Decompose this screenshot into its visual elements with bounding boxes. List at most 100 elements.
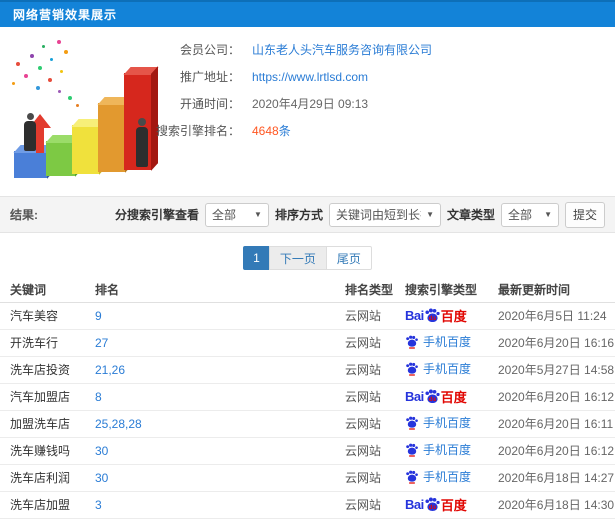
baidu-logo: Bai du 百度: [405, 387, 467, 406]
confetti-dot: [50, 58, 53, 61]
mobile-baidu-paw-icon: [406, 470, 418, 484]
engine-filter-label: 分搜索引擎查看: [114, 208, 199, 222]
businessman-figure-left: [23, 113, 37, 151]
info-row-rank-count: 搜索引擎排名： 4648条: [148, 117, 608, 144]
businessman-figure-right: [135, 118, 149, 167]
table-row: 汽车加盟店 8 云网站 Bai du 百度 2020年6月20日 16:12: [0, 383, 615, 411]
rank-cell[interactable]: 21,26: [85, 356, 335, 384]
company-name-link[interactable]: 山东老人头汽车服务咨询有限公司: [252, 41, 432, 58]
mobile-baidu-label: 手机百度: [423, 362, 472, 377]
rank-cell[interactable]: 30: [85, 437, 335, 465]
mobile-baidu-paw-icon: [406, 362, 418, 376]
col-header-rank: 排名: [85, 278, 335, 303]
engine-cell: 手机百度: [395, 356, 488, 384]
mobile-baidu-label: 手机百度: [423, 335, 472, 350]
confetti-dot: [16, 62, 20, 66]
article-type-select[interactable]: 全部 ▼: [501, 202, 559, 227]
promo-url-link[interactable]: https://www.lrtlsd.com: [252, 70, 368, 84]
rank-count-number: 4648: [252, 124, 279, 138]
baidu-paw-icon: du: [425, 308, 440, 322]
chart-bar-orange: [98, 103, 126, 172]
open-time-label: 开通时间：: [179, 97, 240, 111]
submit-button[interactable]: 提交: [565, 201, 605, 228]
updated-cell: 2020年6月20日 16:16: [488, 329, 615, 357]
col-header-engine-type: 搜索引擎类型: [395, 278, 488, 303]
promo-url-label: 推广地址：: [179, 70, 240, 84]
rank-cell[interactable]: 25,28,28: [85, 410, 335, 438]
page-header: 网络营销效果展示: [0, 0, 615, 27]
figure-head: [26, 113, 34, 120]
confetti-dot: [76, 104, 79, 107]
rank-cell[interactable]: 30: [85, 464, 335, 492]
confetti-dot: [48, 78, 52, 82]
member-info-panel: 会员公司： 山东老人头汽车服务咨询有限公司 推广地址： https://www.…: [148, 36, 608, 144]
confetti-dot: [12, 82, 15, 85]
confetti-dot: [57, 40, 61, 44]
baidu-logo-cn: 百度: [440, 498, 467, 513]
sort-value: 关键词由短到长排序: [335, 208, 421, 222]
company-label: 会员公司：: [179, 43, 240, 57]
baidu-logo-latin: Bai: [405, 389, 424, 404]
rank-cell[interactable]: 27: [85, 329, 335, 357]
mobile-baidu-paw-icon: [406, 335, 418, 349]
mobile-baidu-label: 手机百度: [423, 470, 472, 485]
figure-body: [136, 127, 148, 167]
sort-label: 排序方式: [274, 208, 323, 222]
baidu-logo: Bai du 百度: [405, 306, 467, 325]
info-row-open-time: 开通时间： 2020年4月29日 09:13: [148, 90, 608, 117]
baidu-logo-latin: Bai: [405, 497, 424, 512]
chart-bar-yellow: [72, 125, 100, 174]
rank-count-label: 搜索引擎排名：: [155, 124, 240, 138]
result-label: 结果:: [10, 208, 38, 222]
col-header-keyword: 关键词: [0, 278, 85, 303]
keyword-cell: 洗车店利润: [0, 464, 85, 492]
sort-select[interactable]: 关键词由短到长排序 ▼: [328, 202, 441, 227]
engine-filter-select[interactable]: 全部 ▼: [204, 202, 269, 227]
table-row: 洗车赚钱吗 30 云网站 手机百度 2020年6月20日 16:12: [0, 437, 615, 465]
keyword-rank-table: 关键词 排名 排名类型 搜索引擎类型 最新更新时间 汽车美容 9 云网站 Bai…: [0, 278, 615, 519]
svg-text:du: du: [429, 397, 437, 403]
table-row: 加盟洗车店 25,28,28 云网站 手机百度 2020年6月20日 16:11: [0, 410, 615, 438]
confetti-dot: [38, 66, 42, 70]
info-row-url: 推广地址： https://www.lrtlsd.com: [148, 63, 608, 90]
rank-cell[interactable]: 8: [85, 383, 335, 411]
rank-cell[interactable]: 9: [85, 302, 335, 330]
article-type-label: 文章类型: [446, 208, 495, 222]
engine-cell: 手机百度: [395, 437, 488, 465]
confetti-dot: [60, 70, 63, 73]
confetti-dot: [24, 74, 28, 78]
baidu-logo-latin: Bai: [405, 308, 424, 323]
chevron-down-icon: ▼: [426, 210, 434, 219]
rank-cell[interactable]: 3: [85, 491, 335, 519]
mobile-baidu-paw-icon: [406, 443, 418, 457]
filter-bar: 结果: 分搜索引擎查看 全部 ▼ 排序方式 关键词由短到长排序 ▼ 文章类型 全…: [0, 196, 615, 233]
rank-type-cell: 云网站: [335, 302, 395, 330]
baidu-logo-cn: 百度: [440, 390, 467, 405]
keyword-cell: 洗车店投资: [0, 356, 85, 384]
rank-type-cell: 云网站: [335, 356, 395, 384]
rank-type-cell: 云网站: [335, 383, 395, 411]
page-title: 网络营销效果展示: [13, 8, 118, 22]
chevron-down-icon: ▼: [544, 210, 552, 219]
keyword-cell: 加盟洗车店: [0, 410, 85, 438]
keyword-cell: 洗车店加盟: [0, 491, 85, 519]
svg-text:du: du: [429, 316, 437, 322]
engine-cell: 手机百度: [395, 329, 488, 357]
next-page-button[interactable]: 下一页: [268, 246, 327, 270]
figure-body: [24, 121, 36, 151]
rank-count-value[interactable]: 4648条: [252, 122, 291, 139]
chart-bar-blue: [14, 151, 48, 178]
baidu-logo: Bai du 百度: [405, 495, 467, 514]
confetti-dot: [42, 45, 45, 48]
rank-type-cell: 云网站: [335, 410, 395, 438]
pagination: 1 下一页 尾页: [0, 246, 615, 270]
rank-type-cell: 云网站: [335, 437, 395, 465]
baidu-paw-icon: du: [425, 389, 440, 403]
updated-cell: 2020年6月20日 16:12: [488, 383, 615, 411]
last-page-button[interactable]: 尾页: [325, 246, 372, 270]
confetti-dot: [64, 50, 68, 54]
rank-count-unit: 条: [278, 124, 291, 138]
page-1-button[interactable]: 1: [243, 246, 270, 270]
mobile-baidu-logo: 手机百度: [405, 441, 471, 458]
table-row: 开洗车行 27 云网站 手机百度 2020年6月20日 16:16: [0, 329, 615, 357]
